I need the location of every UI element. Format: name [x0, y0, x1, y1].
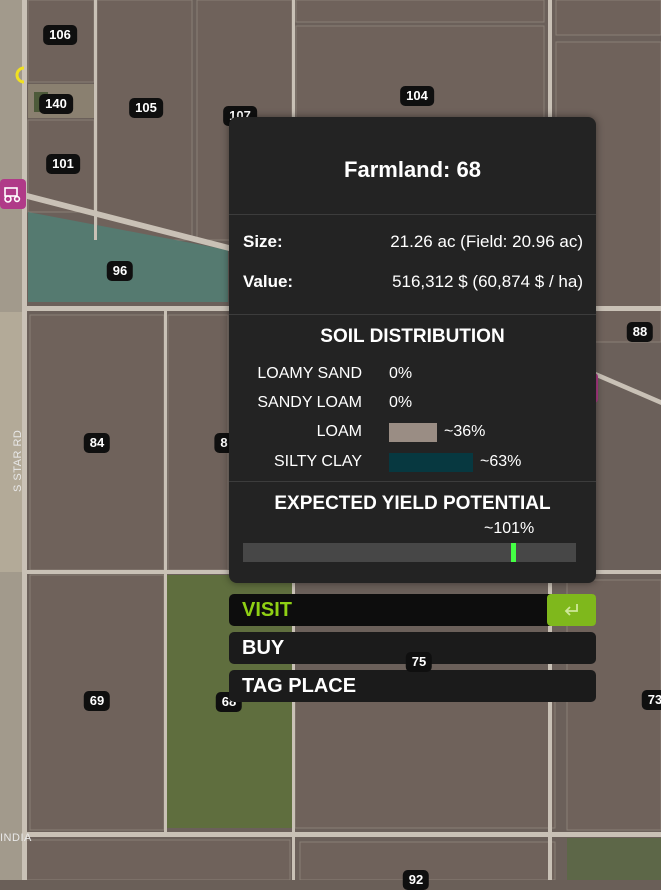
- field-label-75[interactable]: 75: [405, 652, 433, 672]
- visit-label: VISIT: [242, 599, 293, 621]
- field-label-88[interactable]: 88: [626, 322, 654, 342]
- field-label-96[interactable]: 96: [106, 261, 134, 281]
- divider: [229, 481, 596, 482]
- field-label-106[interactable]: 106: [43, 25, 77, 45]
- soil-pct-sandy-loam: 0%: [389, 394, 413, 411]
- field-label-140[interactable]: 140: [39, 94, 73, 114]
- field-label-104[interactable]: 104: [400, 86, 434, 106]
- tractor-icon: [4, 187, 21, 203]
- soil-bar-loam: [389, 423, 437, 442]
- yield-marker: [511, 543, 516, 562]
- farmland-title: Farmland: 68: [344, 157, 481, 182]
- field-label-105[interactable]: 105: [129, 98, 163, 118]
- divider: [229, 214, 596, 215]
- yield-potential-bar: [243, 543, 576, 562]
- soil-name-loamy-sand: LOAMY SAND: [257, 365, 362, 382]
- field-label-101[interactable]: 101: [46, 154, 80, 174]
- soil-name-loam: LOAM: [316, 423, 362, 440]
- tag-place-label: TAG PLACE: [242, 675, 357, 697]
- soil-name-sandy-loam: SANDY LOAM: [257, 394, 362, 411]
- size-value: 21.26 ac (Field: 20.96 ac): [390, 232, 583, 251]
- field-label-73[interactable]: 73: [641, 690, 661, 710]
- road-label-india: INDIA: [0, 832, 32, 844]
- buy-label: BUY: [242, 637, 285, 659]
- yield-potential-heading: EXPECTED YIELD POTENTIAL: [274, 493, 551, 514]
- soil-pct-loamy-sand: 0%: [389, 365, 413, 382]
- farm-poi-icon[interactable]: [0, 179, 26, 209]
- road-label-star-rd: S STAR RD: [12, 429, 24, 492]
- field-label-69[interactable]: 69: [83, 691, 111, 711]
- tag-place-button[interactable]: TAG PLACE: [229, 670, 596, 702]
- farmland-info-panel: Farmland: 68 Size: 21.26 ac (Field: 20.9…: [229, 117, 596, 583]
- size-label: Size:: [243, 232, 283, 251]
- field-label-92[interactable]: 92: [402, 870, 430, 890]
- value-value: 516,312 $ (60,874 $ / ha): [392, 272, 583, 291]
- soil-pct-silty-clay: ~63%: [480, 453, 522, 470]
- enter-key-icon: [547, 594, 596, 626]
- soil-distribution-heading: SOIL DISTRIBUTION: [320, 326, 505, 347]
- value-label: Value:: [243, 272, 294, 291]
- divider: [229, 314, 596, 315]
- visit-button[interactable]: VISIT: [229, 594, 596, 626]
- soil-pct-loam: ~36%: [444, 423, 486, 440]
- field-label-84[interactable]: 84: [83, 433, 111, 453]
- yield-pct-label: ~101%: [484, 520, 535, 537]
- soil-bar-silty-clay: [389, 453, 473, 472]
- soil-name-silty-clay: SILTY CLAY: [273, 453, 362, 470]
